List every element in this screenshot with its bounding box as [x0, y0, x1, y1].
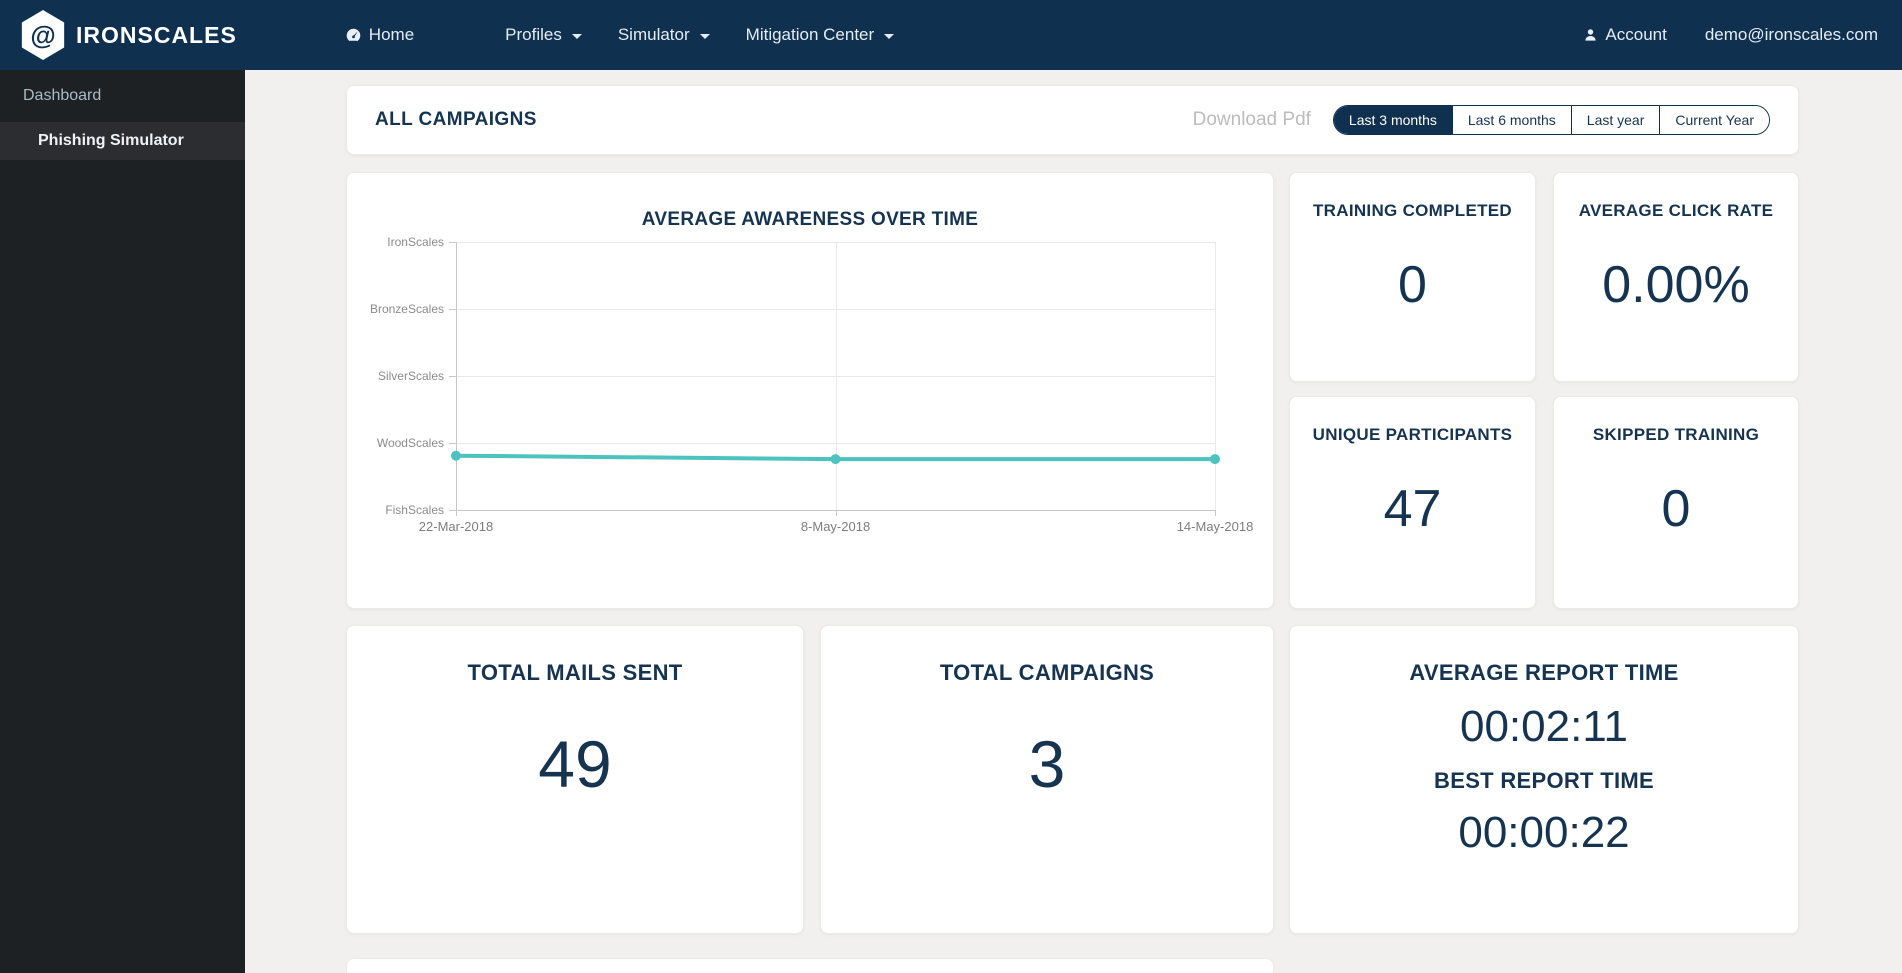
- stat-title: TOTAL CAMPAIGNS: [939, 660, 1155, 685]
- x-tick-label: 14-May-2018: [1176, 519, 1254, 534]
- nav-item-simulator[interactable]: Simulator: [600, 0, 728, 70]
- stat-value: 49: [538, 727, 612, 801]
- average-click-rate-card: AVERAGE CLICK RATE 0.00%: [1553, 172, 1799, 382]
- stat-title: TRAINING COMPLETED: [1312, 201, 1512, 220]
- date-range-button-group: Last 3 months Last 6 months Last year Cu…: [1332, 105, 1770, 135]
- sidebar-dashboard-label: Dashboard: [23, 87, 102, 104]
- sidebar-item-phishing-simulator[interactable]: Phishing Simulator: [0, 122, 245, 160]
- range-button-current-year[interactable]: Current Year: [1659, 106, 1769, 134]
- x-tick-label: 22-Mar-2018: [418, 519, 494, 534]
- axis-tick: [449, 309, 456, 310]
- range-button-last-3-months[interactable]: Last 3 months: [1333, 106, 1452, 134]
- nav-simulator-label: Simulator: [617, 25, 690, 44]
- chevron-down-icon: [884, 33, 895, 39]
- nav-item-home[interactable]: Home: [327, 0, 432, 70]
- top-navbar: @ IRONSCALES Home Profiles Simulator Mit…: [0, 0, 1902, 70]
- stat-title: UNIQUE PARTICIPANTS: [1312, 425, 1513, 444]
- account-menu[interactable]: Account: [1583, 25, 1667, 45]
- y-tick-label: SilverScales: [377, 369, 444, 383]
- skipped-training-card: SKIPPED TRAINING 0: [1553, 396, 1799, 609]
- stat-value: 0.00%: [1602, 256, 1750, 314]
- y-tick-label: BronzeScales: [369, 302, 444, 316]
- download-pdf-link[interactable]: Download Pdf: [1193, 109, 1311, 131]
- logo-at-glyph: @: [30, 19, 56, 50]
- best-report-time-title: BEST REPORT TIME: [1434, 768, 1654, 793]
- average-report-time-title: AVERAGE REPORT TIME: [1409, 660, 1679, 685]
- nav-mitigation-label: Mitigation Center: [745, 25, 875, 44]
- stat-title: SKIPPED TRAINING: [1592, 425, 1760, 444]
- ironscales-hexagon-logo-icon: @: [21, 10, 65, 60]
- main-nav: Home Profiles Simulator Mitigation Cente…: [327, 0, 912, 70]
- next-section-card-partial: [346, 958, 1274, 973]
- nav-right: Account demo@ironscales.com: [1583, 25, 1878, 45]
- x-tick-label: 8-May-2018: [800, 519, 871, 534]
- axis-tick: [449, 510, 456, 511]
- chevron-down-icon: [571, 33, 582, 39]
- y-tick-label: FishScales: [385, 503, 444, 517]
- stat-title: AVERAGE CLICK RATE: [1578, 201, 1774, 220]
- nav-home-label: Home: [368, 25, 415, 44]
- stat-value: 0: [1398, 256, 1427, 314]
- axis-tick: [449, 376, 456, 377]
- stat-value: 3: [1028, 727, 1066, 801]
- best-report-time-value: 00:00:22: [1458, 808, 1630, 857]
- total-campaigns-card: TOTAL CAMPAIGNS 3: [820, 625, 1274, 934]
- chart-title: AVERAGE AWARENESS OVER TIME: [641, 209, 979, 230]
- nav-item-profiles[interactable]: Profiles: [487, 0, 600, 70]
- gauge-icon: [346, 28, 361, 43]
- range-button-last-year[interactable]: Last year: [1570, 106, 1660, 134]
- page-title: ALL CAMPAIGNS: [375, 109, 537, 130]
- training-completed-card: TRAINING COMPLETED 0: [1289, 172, 1536, 382]
- total-mails-sent-card: TOTAL MAILS SENT 49: [346, 625, 804, 934]
- nav-profiles-label: Profiles: [505, 25, 562, 44]
- person-icon: [1585, 29, 1597, 41]
- data-point: [830, 454, 841, 465]
- brand-logo[interactable]: @ IRONSCALES: [20, 10, 237, 60]
- y-tick-label: WoodScales: [376, 436, 444, 450]
- range-button-last-6-months[interactable]: Last 6 months: [1451, 106, 1571, 134]
- sidebar-item-dashboard[interactable]: Dashboard: [0, 70, 245, 122]
- stat-value: 0: [1661, 480, 1691, 538]
- left-sidebar: Dashboard Phishing Simulator: [0, 70, 245, 973]
- data-point: [451, 450, 461, 461]
- axis-tick: [1215, 510, 1216, 516]
- all-campaigns-header-card: ALL CAMPAIGNS Download Pdf Last 3 months…: [346, 85, 1799, 155]
- gridline: [1215, 242, 1216, 510]
- stat-value: 47: [1383, 480, 1442, 538]
- y-tick-label: IronScales: [387, 235, 444, 249]
- brand-name: IRONSCALES: [76, 21, 237, 48]
- axis-tick: [835, 510, 837, 516]
- axis-tick: [449, 242, 456, 243]
- sidebar-phishing-label: Phishing Simulator: [38, 132, 184, 149]
- awareness-chart-card: AVERAGE AWARENESS OVER TIME IronScales B…: [346, 172, 1274, 609]
- data-point: [1210, 454, 1220, 465]
- chevron-down-icon: [699, 33, 710, 39]
- axis-tick: [449, 443, 456, 444]
- average-report-time-value: 00:02:11: [1459, 702, 1628, 751]
- unique-participants-card: UNIQUE PARTICIPANTS 47: [1289, 396, 1536, 609]
- account-label: Account: [1605, 25, 1667, 44]
- awareness-line: [451, 450, 1220, 465]
- axis-tick: [456, 510, 457, 516]
- awareness-chart-plot: IronScales BronzeScales SilverScales Woo…: [370, 235, 1253, 534]
- report-time-card: AVERAGE REPORT TIME 00:02:11 BEST REPORT…: [1289, 625, 1799, 934]
- stat-title: TOTAL MAILS SENT: [467, 660, 683, 685]
- user-email[interactable]: demo@ironscales.com: [1705, 25, 1878, 45]
- nav-item-mitigation-center[interactable]: Mitigation Center: [728, 0, 913, 70]
